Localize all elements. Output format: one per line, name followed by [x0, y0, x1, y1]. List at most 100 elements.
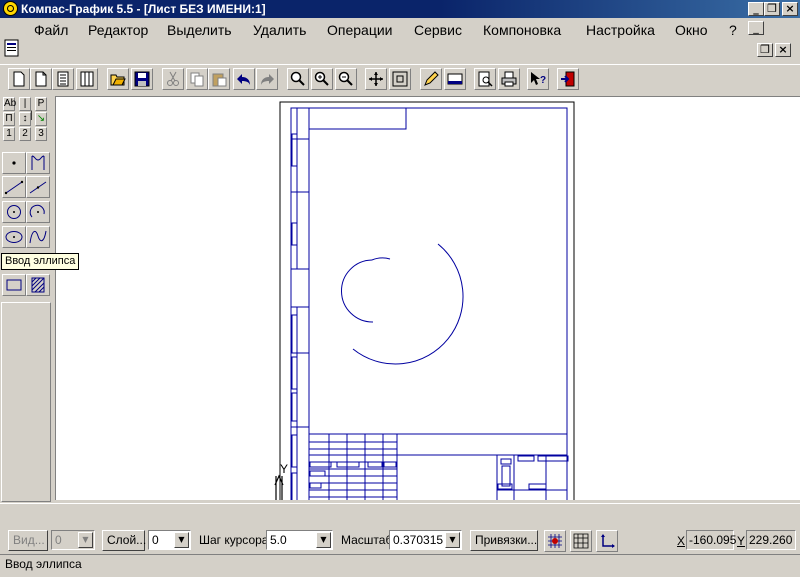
layer-select[interactable]: 0 ▼: [148, 530, 191, 550]
tab-dimension-tools[interactable]: |—|: [19, 97, 33, 121]
document-menu-icon[interactable]: [4, 39, 20, 57]
hatch-icon: [31, 277, 45, 293]
current-state-bar: Вид... 0 ▼ Слой... 0 ▼ Шаг курсора 5.0 ▼ Ма…: [0, 527, 800, 553]
menu-delete[interactable]: Удалить: [253, 21, 306, 39]
arc-icon: [29, 204, 45, 218]
doc-minimize-button[interactable]: _: [748, 21, 764, 35]
parallel-segment-icon: [29, 181, 47, 194]
local-cs-button[interactable]: [596, 530, 618, 552]
doc-restore-button[interactable]: ❐: [757, 43, 773, 57]
grid-icon: [573, 533, 589, 549]
scale-select[interactable]: 0.370315 ▼: [389, 530, 462, 550]
tab-edit-tools[interactable]: P: [35, 97, 47, 111]
grid-toggle-button[interactable]: [570, 530, 592, 552]
tooltip: Ввод эллипса: [1, 253, 80, 270]
new-sheet-button[interactable]: [8, 68, 30, 90]
point-tool-button[interactable]: [2, 152, 26, 174]
redraw-button[interactable]: [420, 68, 442, 90]
hatch-tool-button[interactable]: [26, 274, 50, 296]
menu-service[interactable]: Сервис: [414, 21, 462, 39]
menu-window[interactable]: Окно: [675, 21, 708, 39]
spline-tool-button[interactable]: [26, 226, 50, 248]
help-arrow-icon: ?: [531, 72, 546, 86]
tab-page-2[interactable]: 2: [19, 127, 31, 141]
floppy-disk-icon: [134, 71, 150, 87]
cursor-step-label: Шаг курсора: [199, 533, 269, 547]
minimize-button[interactable]: _: [748, 2, 764, 16]
y-axis-label: Y: [280, 462, 288, 476]
menu-operations[interactable]: Операции: [327, 21, 393, 39]
drawing-canvas[interactable]: Y: [55, 96, 800, 500]
move-arrows-icon: [369, 72, 383, 86]
window-title: Компас-График 5.5 - [Лист БЕЗ ИМЕНИ:1]: [21, 2, 266, 16]
main-toolbar: ?: [0, 64, 800, 95]
paste-icon: [212, 73, 227, 87]
snaps-button[interactable]: Привязки...: [470, 530, 538, 551]
tab-select-tools[interactable]: ↘: [35, 112, 47, 126]
scale-value: 0.370315: [393, 533, 444, 547]
print-button[interactable]: [498, 68, 520, 90]
tab-param-tools[interactable]: П: [3, 112, 15, 126]
menu-file[interactable]: Файл: [34, 21, 68, 39]
tab-measure-tools[interactable]: ↕: [19, 112, 31, 126]
close-button[interactable]: ×: [782, 2, 798, 16]
menu-editor[interactable]: Редактор: [88, 21, 148, 39]
copy-button[interactable]: [186, 68, 208, 90]
exit-button[interactable]: [557, 68, 579, 90]
panel-icon: [447, 73, 463, 85]
cut-button[interactable]: [162, 68, 184, 90]
arc-tool-button[interactable]: [26, 201, 50, 223]
x-coord-label: X: [677, 534, 686, 548]
menu-settings[interactable]: Настройка: [586, 21, 655, 39]
y-coord-value: 229.260: [746, 530, 796, 550]
segment-icon: [4, 180, 24, 195]
parameter-bar: [0, 503, 800, 528]
rectangle-tool-button[interactable]: [2, 274, 26, 296]
show-all-button[interactable]: [389, 68, 411, 90]
cursor-step-select[interactable]: 5.0 ▼: [266, 530, 333, 550]
open-button[interactable]: [107, 68, 129, 90]
circle-tool-button[interactable]: [2, 201, 26, 223]
zoom-in-button[interactable]: [311, 68, 333, 90]
new-spec-button[interactable]: [76, 68, 98, 90]
layer-button[interactable]: Слой...: [102, 530, 146, 551]
preview-button[interactable]: [474, 68, 496, 90]
menu-help[interactable]: ?: [729, 21, 737, 39]
ellipse-tool-button[interactable]: [2, 226, 26, 248]
tab-text-tools[interactable]: Ab: [3, 97, 16, 111]
magnifier-icon: [290, 71, 305, 86]
parallel-segment-tool-button[interactable]: [26, 176, 50, 198]
save-button[interactable]: [131, 68, 153, 90]
undo-button[interactable]: [233, 68, 255, 90]
view-select[interactable]: 0 ▼: [51, 530, 95, 550]
point-icon: [12, 161, 16, 165]
context-help-button[interactable]: ?: [527, 68, 549, 90]
tool-panel-empty-area: [1, 302, 51, 502]
pan-button[interactable]: [365, 68, 387, 90]
view-button[interactable]: Вид...: [8, 530, 48, 551]
menu-layout[interactable]: Компоновка: [483, 21, 561, 39]
snap-toggle-button[interactable]: [544, 530, 566, 552]
scissors-icon: [167, 71, 179, 86]
new-sheet-icon: [13, 71, 25, 87]
redo-button[interactable]: [256, 68, 278, 90]
auxiliary-line-tool-button[interactable]: [26, 152, 50, 174]
ellipse-icon: [5, 231, 23, 243]
zoom-window-button[interactable]: [287, 68, 309, 90]
paste-button[interactable]: [208, 68, 230, 90]
zoom-out-button[interactable]: [335, 68, 357, 90]
segment-tool-button[interactable]: [2, 176, 26, 198]
hint-bar: Ввод эллипса: [0, 554, 800, 577]
spec-icon: [80, 71, 94, 87]
new-fragment-button[interactable]: [30, 68, 52, 90]
hint-text: Ввод эллипса: [5, 557, 82, 571]
new-text-doc-button[interactable]: [52, 68, 74, 90]
menu-select[interactable]: Выделить: [167, 21, 232, 39]
preview-icon: [478, 71, 493, 87]
chevron-down-icon: ▼: [316, 532, 331, 548]
properties-button[interactable]: [444, 68, 466, 90]
restore-button[interactable]: ❐: [764, 2, 780, 16]
doc-close-button[interactable]: ×: [775, 43, 791, 57]
tab-page-3[interactable]: 3: [35, 127, 47, 141]
tab-page-1[interactable]: 1: [3, 127, 15, 141]
